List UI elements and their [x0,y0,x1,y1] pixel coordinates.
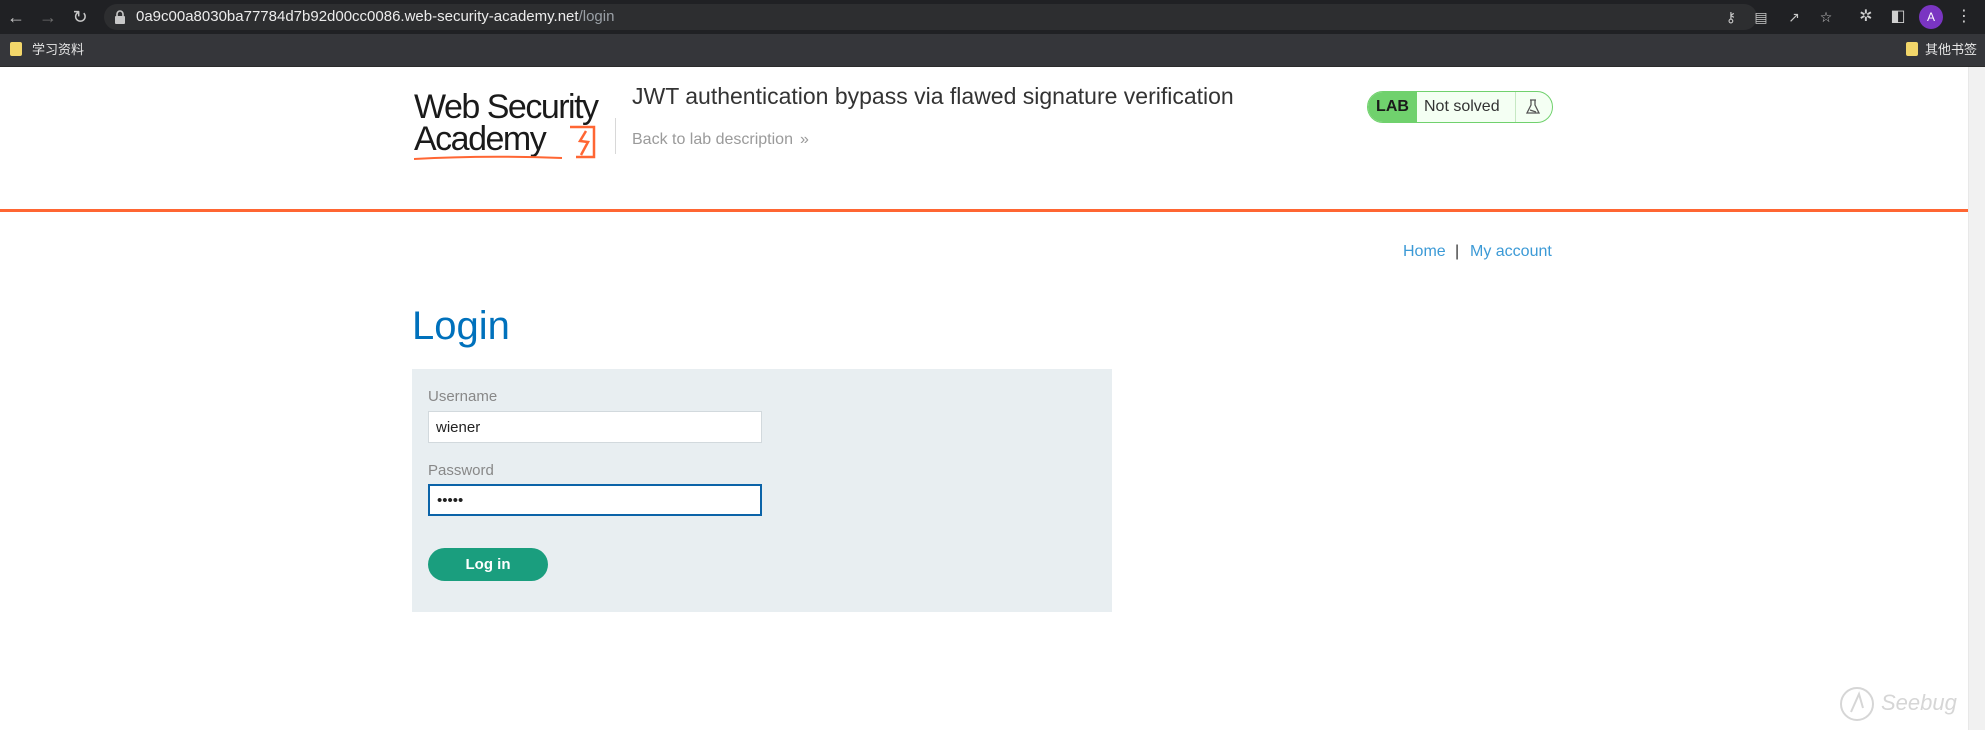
share-icon[interactable]: ↗ [1783,6,1805,28]
nav-separator: | [1455,243,1460,260]
double-chevron-right-icon[interactable]: » [800,130,809,150]
url-path: /login [578,8,615,25]
key-icon[interactable]: ⚷ [1720,6,1742,28]
folder-icon [10,42,22,56]
username-input[interactable] [428,411,762,443]
badge-lab-label: LAB [1368,92,1417,122]
password-input[interactable] [428,484,762,516]
reload-icon[interactable]: ↻ [68,5,92,29]
header-divider [615,118,616,154]
bookmarks-bar [0,34,1985,67]
password-label: Password [428,462,494,479]
menu-kebab-icon[interactable]: ⋮ [1952,5,1976,29]
translate-icon[interactable]: ▤ [1750,6,1772,28]
url-text[interactable]: 0a9c00a8030ba77784d7b92d00cc0086.web-sec… [136,7,614,27]
bookmark-folder-study[interactable]: 学习资料 [32,41,84,59]
forward-arrow-icon[interactable]: → [36,5,60,29]
scrollbar[interactable] [1968,67,1985,730]
username-label: Username [428,388,498,405]
lab-status-badge: LAB Not solved [1367,91,1553,123]
logo-underline-icon [414,155,563,160]
folder-icon [1906,42,1918,56]
nav-my-account-link[interactable]: My account [1470,242,1552,262]
bookmark-folder-other[interactable]: 其他书签 [1925,41,1977,59]
side-panel-icon[interactable]: ◧ [1886,5,1910,29]
page-title: Login [412,304,510,348]
nav-home-link[interactable]: Home [1403,242,1446,262]
login-button[interactable]: Log in [428,548,548,581]
lightning-bolt-icon [570,125,596,159]
web-security-academy-logo[interactable]: Web Security Academy [414,89,612,161]
url-host: 0a9c00a8030ba77784d7b92d00cc0086.web-sec… [136,8,579,25]
back-arrow-icon[interactable]: ← [4,5,28,29]
logo-line-2: Academy [414,120,547,158]
bookmark-star-icon[interactable]: ☆ [1815,6,1837,28]
flask-icon [1525,99,1541,114]
profile-avatar[interactable]: A [1919,5,1943,29]
badge-divider [1515,92,1516,122]
lock-icon [115,10,125,24]
lab-title: JWT authentication bypass via flawed sig… [632,83,1234,109]
extensions-icon[interactable]: ✲ [1854,5,1878,29]
badge-status-text: Not solved [1424,98,1500,115]
browser-toolbar: ← → ↻ 0a9c00a8030ba77784d7b92d00cc0086.w… [0,0,1985,34]
back-to-lab-description-link[interactable]: Back to lab description [632,130,793,150]
seebug-watermark-text: Seebug [1881,690,1957,715]
header-accent-bar [0,209,1968,212]
